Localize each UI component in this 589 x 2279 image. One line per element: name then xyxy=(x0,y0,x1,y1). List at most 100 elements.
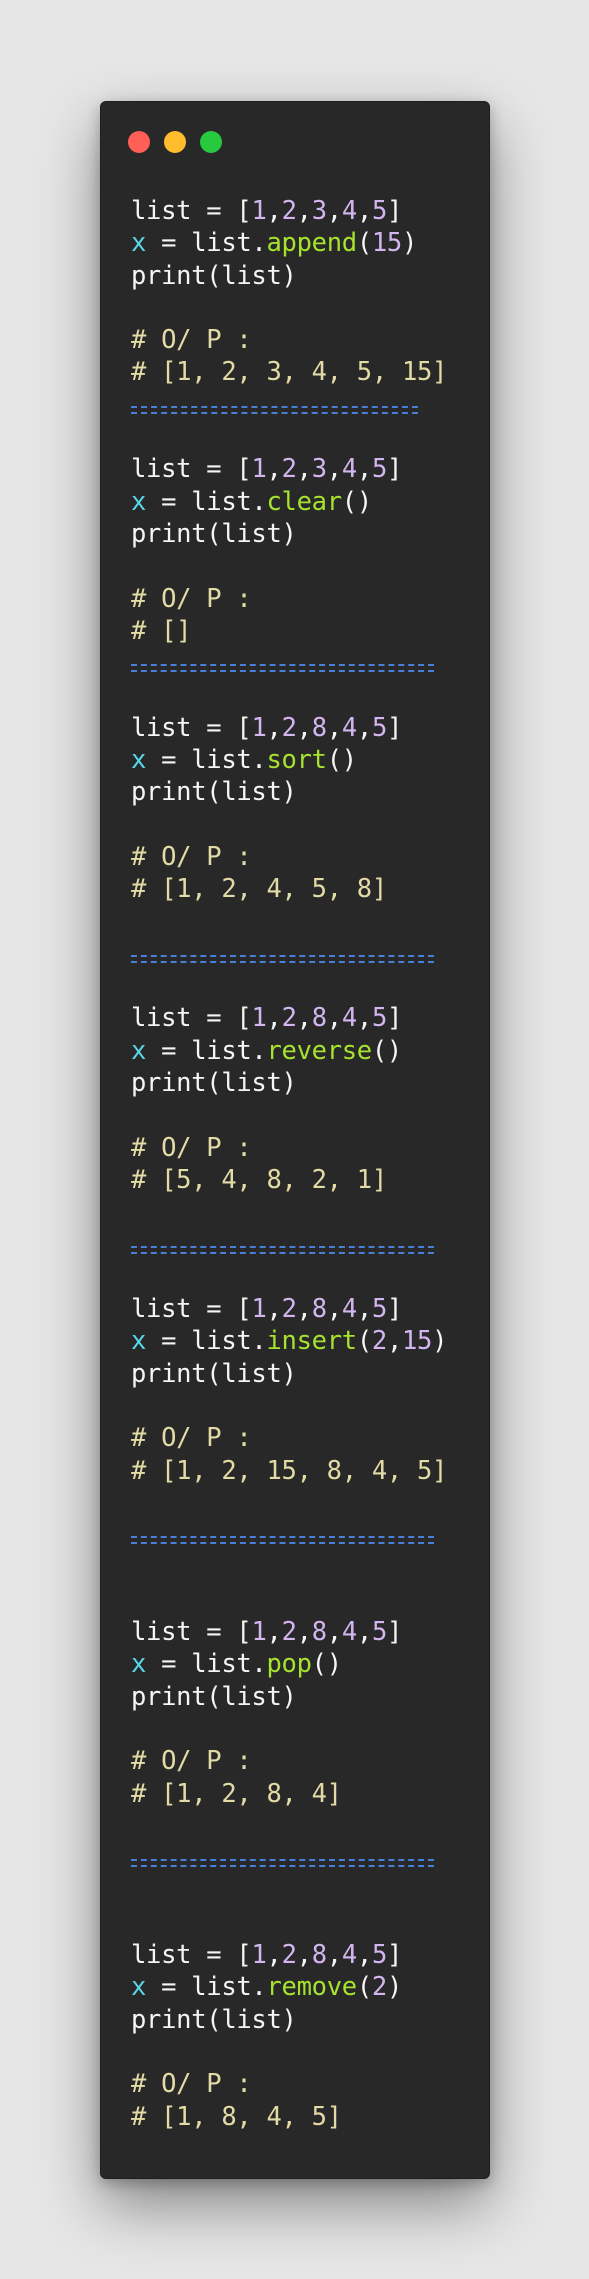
list-number: 4 xyxy=(341,1294,357,1325)
output-label-line: # O/ P : xyxy=(131,583,476,615)
bracket-open: [ xyxy=(236,1617,252,1648)
comma: , xyxy=(386,1326,402,1357)
variable-x: x xyxy=(131,1035,147,1066)
separator-dashes xyxy=(131,1536,435,1545)
maximize-window-icon[interactable] xyxy=(200,131,222,153)
output-label-comment: # O/ P : xyxy=(131,2069,252,2100)
bracket-open: [ xyxy=(236,454,252,485)
print-statement: print(list) xyxy=(131,1358,297,1389)
list-number: 5 xyxy=(371,1294,388,1325)
close-window-icon[interactable] xyxy=(128,131,150,153)
comma: , xyxy=(266,1003,282,1034)
output-value-line: # [1, 2, 4, 5, 8] xyxy=(131,873,476,905)
list-keyword: list xyxy=(131,712,192,743)
paren-open: ( xyxy=(356,1972,372,2003)
list-number: 8 xyxy=(311,1940,327,1971)
bracket-open: [ xyxy=(236,712,252,743)
separator-dashes xyxy=(131,405,419,414)
list-number: 2 xyxy=(281,712,297,743)
window-controls xyxy=(128,131,222,153)
method-name: clear xyxy=(266,486,342,517)
list-accessor: = list. xyxy=(146,1972,267,2003)
method-name: pop xyxy=(266,1649,312,1680)
output-label-line: # O/ P : xyxy=(131,1422,476,1454)
list-number: 5 xyxy=(371,1940,388,1971)
list-assignment-line: list = [1,2,3,4,5] xyxy=(131,453,476,485)
list-number: 4 xyxy=(341,712,357,743)
list-accessor: = list. xyxy=(146,228,267,259)
list-keyword: list xyxy=(131,1617,192,1648)
comma: , xyxy=(296,1003,312,1034)
list-number: 3 xyxy=(311,196,327,226)
separator-dashes xyxy=(131,1245,435,1254)
list-accessor: = list. xyxy=(146,745,267,776)
list-number: 4 xyxy=(341,1940,357,1971)
comma: , xyxy=(326,712,342,743)
output-value-line: # [5, 4, 8, 2, 1] xyxy=(131,1164,476,1196)
variable-x: x xyxy=(131,1326,147,1357)
assign-operator: = xyxy=(191,1940,237,1971)
comma: , xyxy=(356,1940,372,1971)
paren-close: ) xyxy=(326,1649,342,1680)
method-name: sort xyxy=(266,745,327,776)
print-line: print(list) xyxy=(131,2004,476,2036)
bracket-open: [ xyxy=(236,1294,252,1325)
bracket-close: ] xyxy=(387,712,403,743)
separator-line xyxy=(131,389,476,421)
paren-close: ) xyxy=(386,1035,402,1066)
list-number: 4 xyxy=(341,1617,357,1648)
method-name: insert xyxy=(266,1326,357,1357)
list-assignment-line: list = [1,2,8,4,5] xyxy=(131,712,476,744)
print-line: print(list) xyxy=(131,518,476,550)
comma: , xyxy=(266,196,282,226)
bracket-open: [ xyxy=(236,1940,252,1971)
bracket-close: ] xyxy=(387,196,403,226)
code-editor: list = [1,2,3,4,5] x = list.append(15) pri… xyxy=(131,195,476,2133)
output-value-comment: # [1, 2, 4, 5, 8] xyxy=(131,874,387,905)
method-call-line: x = list.clear() xyxy=(131,486,476,518)
bracket-close: ] xyxy=(387,1294,403,1325)
output-label-comment: # O/ P : xyxy=(131,1746,252,1777)
list-accessor: = list. xyxy=(146,1649,267,1680)
bracket-open: [ xyxy=(236,1003,252,1034)
list-keyword: list xyxy=(131,1940,192,1971)
output-label-line: # O/ P : xyxy=(131,324,476,356)
method-call-line: x = list.sort() xyxy=(131,744,476,776)
bracket-close: ] xyxy=(387,454,403,485)
minimize-window-icon[interactable] xyxy=(164,131,186,153)
comma: , xyxy=(356,1617,372,1648)
paren-close: ) xyxy=(401,228,418,259)
comma: , xyxy=(266,1294,282,1325)
separator-line xyxy=(131,938,476,970)
comma: , xyxy=(356,196,372,226)
print-statement: print(list) xyxy=(131,260,297,291)
separator-line xyxy=(131,1519,476,1551)
comma: , xyxy=(266,1940,282,1971)
output-value-line: # [1, 2, 8, 4] xyxy=(131,1778,476,1810)
list-number: 4 xyxy=(341,1003,357,1034)
output-value-comment: # [1, 2, 15, 8, 4, 5] xyxy=(131,1455,448,1486)
comma: , xyxy=(356,454,372,485)
print-statement: print(list) xyxy=(131,777,297,808)
comma: , xyxy=(266,1617,282,1648)
list-number: 2 xyxy=(281,1940,297,1971)
separator-dashes xyxy=(131,954,435,963)
output-value-line: # [1, 2, 15, 8, 4, 5] xyxy=(131,1455,476,1487)
list-number: 8 xyxy=(311,712,327,743)
list-number: 1 xyxy=(251,1617,267,1648)
method-name: append xyxy=(266,228,357,259)
output-value-comment: # [1, 8, 4, 5] xyxy=(131,2101,342,2132)
comma: , xyxy=(296,1940,312,1971)
list-assignment-line: list = [1,2,3,4,5] xyxy=(131,195,476,227)
comma: , xyxy=(326,196,342,226)
paren-open: ( xyxy=(356,228,372,259)
